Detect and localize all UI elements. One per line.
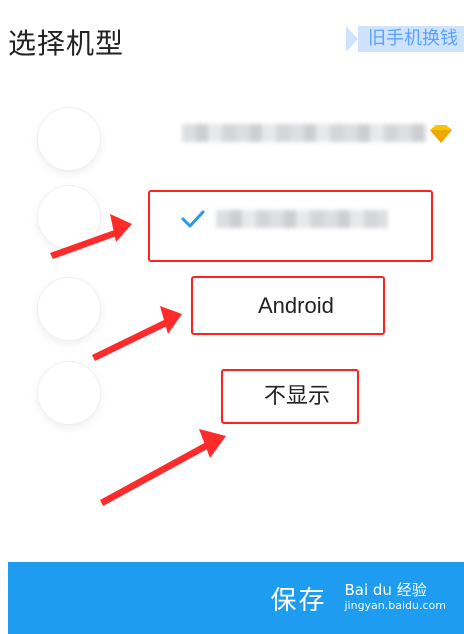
save-label: 保存 <box>270 585 327 616</box>
watermark-url: jingyan.baidu.com <box>344 599 446 612</box>
watermark-brand: Bai du 经验 <box>344 581 427 599</box>
annotation-arrows <box>50 214 226 506</box>
watermark: Bai du 经验 jingyan.baidu.com <box>344 582 446 614</box>
save-button[interactable]: 保存 Bai du 经验 jingyan.baidu.com <box>8 562 464 634</box>
